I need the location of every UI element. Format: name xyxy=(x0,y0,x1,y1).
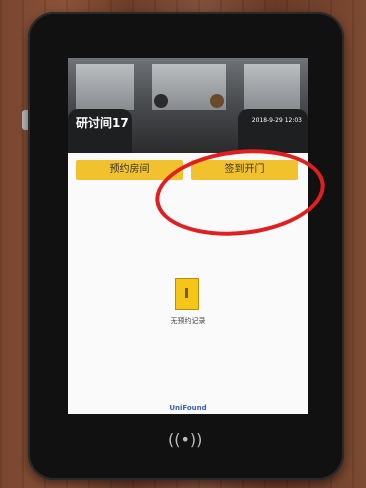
chair-right xyxy=(238,109,308,153)
person-right xyxy=(210,94,224,108)
nfc-icon: ((•)) xyxy=(168,430,203,449)
tablet-screen: 研讨间17 2018-9-29 12:03 预约房间 签到开门 无预约记录 Un… xyxy=(68,58,308,414)
datetime: 2018-9-29 12:03 xyxy=(251,117,302,124)
room-photo-banner: 研讨间17 2018-9-29 12:03 xyxy=(68,58,308,153)
person-left xyxy=(154,94,168,108)
empty-state-text: 无预约记录 xyxy=(170,317,206,325)
window-left xyxy=(76,64,134,110)
brand-logo: UniFound xyxy=(169,404,207,412)
window-right xyxy=(244,64,300,110)
door-icon xyxy=(175,278,199,310)
room-title: 研讨间17 xyxy=(76,116,129,130)
